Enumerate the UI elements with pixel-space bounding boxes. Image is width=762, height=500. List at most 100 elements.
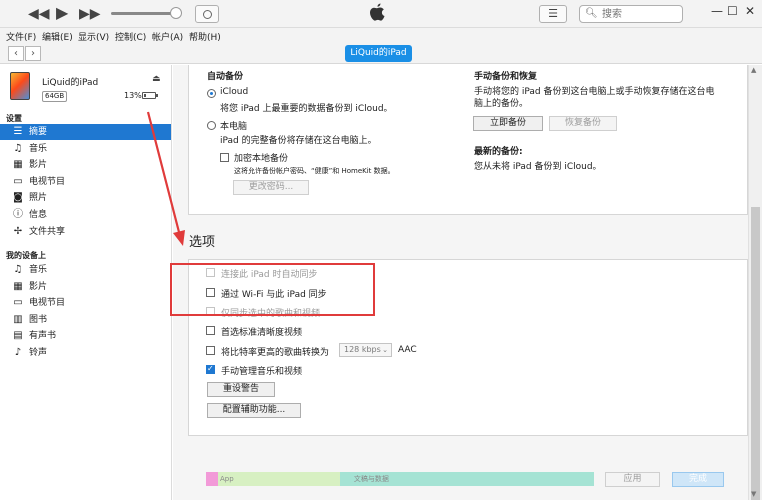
sidebar-settings-item[interactable]: ✢ 文件共享 [0, 224, 171, 240]
menu-help[interactable]: 帮助(H) [189, 30, 221, 43]
sidebar-settings-item-label: 文件共享 [29, 226, 66, 237]
latest-backup-title: 最新的备份: [474, 147, 523, 157]
on-device-section-title: 我的设备上 [6, 251, 46, 260]
forward-button[interactable]: › [25, 46, 41, 61]
capacity-marker [206, 472, 218, 486]
next-track-icon[interactable]: ▶▶ [79, 6, 101, 22]
music-note-icon: ♫ [13, 264, 23, 275]
encrypt-backup-description: 这将允许备份帐户密码、“健康”和 HomeKit 数据。 [234, 167, 395, 175]
scroll-up-icon[interactable]: ▲ [751, 66, 756, 74]
apply-button[interactable]: 应用 [605, 472, 660, 487]
manual-backup-description-line2: 脑上的备份。 [474, 99, 529, 109]
tv-icon: ▭ [13, 175, 23, 187]
latest-backup-description: 您从未将 iPad 备份到 iCloud。 [474, 162, 602, 172]
sidebar-settings-item[interactable]: ▭ 电视节目 [0, 174, 171, 190]
capacity-footer: App 文稿与数据 应用 完成 [173, 462, 748, 500]
bitrate-select[interactable]: 128 kbps ⌄ [339, 343, 392, 357]
apps-icon: ✢ [13, 225, 23, 237]
audiobook-icon: ▤ [13, 330, 23, 342]
sidebar-ondevice-item[interactable]: ▥ 图书 [0, 312, 171, 328]
menu-file[interactable]: 文件(F) [6, 30, 36, 43]
menu-controls[interactable]: 控制(C) [115, 30, 146, 43]
capacity-segment: App [206, 472, 340, 486]
search-icon: 🔍︎ [585, 8, 598, 19]
sidebar-ondevice-item[interactable]: ▤ 有声书 [0, 328, 171, 344]
sd-video-checkbox[interactable] [206, 326, 215, 335]
volume-slider[interactable] [111, 12, 177, 15]
convert-bitrate-label: 将比特率更高的歌曲转换为 [221, 348, 330, 358]
configure-accessibility-button[interactable]: 配置辅助功能... [207, 403, 301, 418]
this-computer-label: 本电脑 [220, 122, 248, 132]
menu-bar: 文件(F) 编辑(E) 显示(V) 控制(C) 帐户(A) 帮助(H) [0, 28, 762, 44]
scroll-down-icon[interactable]: ▼ [751, 490, 756, 498]
done-button[interactable]: 完成 [672, 472, 724, 487]
vertical-scrollbar[interactable]: ▲ ▼ [748, 65, 762, 500]
sidebar-settings-item[interactable]: ▦ 影片 [0, 157, 171, 173]
annotation-highlight-box [170, 263, 375, 316]
menu-account[interactable]: 帐户(A) [152, 30, 183, 43]
restore-backup-button[interactable]: 恢复备份 [549, 116, 617, 131]
sidebar-ondevice-item-label: 铃声 [29, 348, 48, 358]
chevron-down-icon: ⌄ [382, 346, 388, 354]
capacity-segment: 文稿与数据 [339, 472, 594, 486]
sidebar-ondevice-item-label: 影片 [29, 281, 48, 292]
manual-manage-label: 手动管理音乐和视频 [221, 367, 303, 377]
navigation-bar: ‹ › LiQuid的iPad [0, 44, 762, 64]
sidebar-settings-item[interactable]: ♫ 音乐 [0, 141, 171, 157]
sidebar-settings-item-label: 影片 [29, 160, 48, 171]
sidebar-ondevice-item[interactable]: ▭ 电视节目 [0, 295, 171, 311]
this-computer-radio[interactable] [207, 121, 216, 130]
battery-percent: 13% [124, 91, 142, 100]
eject-icon[interactable]: ⏏ [152, 74, 161, 84]
bell-icon: ♪ [14, 347, 22, 358]
change-password-button[interactable]: 更改密码... [233, 180, 309, 195]
settings-section-title: 设置 [6, 114, 22, 123]
list-icon: ☰ [548, 7, 558, 20]
back-button[interactable]: ‹ [8, 46, 24, 61]
play-icon[interactable]: ▶ [56, 5, 68, 21]
sidebar-ondevice-item[interactable]: ▦ 影片 [0, 279, 171, 295]
sidebar-ondevice-item-label: 图书 [29, 314, 48, 325]
auto-backup-title: 自动备份 [207, 72, 244, 82]
battery-icon [142, 92, 158, 99]
sidebar-settings-item-label: 信息 [29, 210, 48, 220]
convert-bitrate-checkbox[interactable] [206, 346, 215, 355]
sidebar-settings-item-label: 摘要 [29, 127, 48, 137]
icloud-label: iCloud [220, 87, 249, 97]
search-input[interactable] [602, 7, 680, 21]
camera-icon: ◙ [13, 192, 23, 204]
sidebar-settings-item[interactable]: ◙ 照片 [0, 190, 171, 206]
menu-edit[interactable]: 编辑(E) [42, 30, 73, 43]
close-icon[interactable]: ✕ [745, 4, 755, 18]
search-box[interactable]: 🔍︎ [579, 5, 683, 23]
icloud-radio[interactable] [207, 89, 216, 98]
reset-warnings-button[interactable]: 重设警告 [207, 382, 275, 397]
minimize-icon[interactable]: — [711, 4, 723, 18]
scrollbar-thumb[interactable] [751, 207, 760, 500]
book-icon: ▥ [13, 313, 23, 325]
device-tab[interactable]: LiQuid的iPad [345, 45, 412, 62]
sidebar-settings-item[interactable]: ☰ 摘要 [0, 124, 171, 140]
menu-view[interactable]: 显示(V) [78, 30, 109, 43]
volume-slider-knob[interactable] [170, 7, 182, 19]
ipad-icon [10, 72, 30, 100]
list-icon: ☰ [13, 126, 23, 137]
airplay-icon [203, 10, 212, 19]
music-note-icon: ♫ [13, 142, 23, 154]
sidebar-settings-item[interactable]: ⓘ 信息 [0, 207, 171, 223]
apple-logo-icon [370, 3, 385, 21]
convert-format-label: AAC [398, 345, 417, 355]
airplay-button[interactable] [195, 5, 219, 23]
manual-manage-checkbox[interactable] [206, 364, 215, 374]
sidebar-ondevice-item[interactable]: ♫ 音乐 [0, 262, 171, 278]
manual-backup-title: 手动备份和恢复 [474, 72, 538, 82]
backup-now-button[interactable]: 立即备份 [473, 116, 543, 131]
maximize-icon[interactable]: ☐ [727, 4, 738, 18]
list-view-button[interactable]: ☰ [539, 5, 567, 23]
sidebar: LiQuid的iPad ⏏ 64GB 13% 设置 ☰ 摘要 ♫ 音乐 ▦ 影片 ▭ 电视节目… [0, 65, 172, 500]
sidebar-ondevice-item[interactable]: ♪ 铃声 [0, 345, 171, 361]
sidebar-settings-item-label: 音乐 [29, 143, 48, 154]
film-icon: ▦ [13, 159, 23, 171]
previous-track-icon[interactable]: ◀◀ [28, 6, 50, 22]
encrypt-backup-checkbox[interactable] [220, 153, 229, 162]
